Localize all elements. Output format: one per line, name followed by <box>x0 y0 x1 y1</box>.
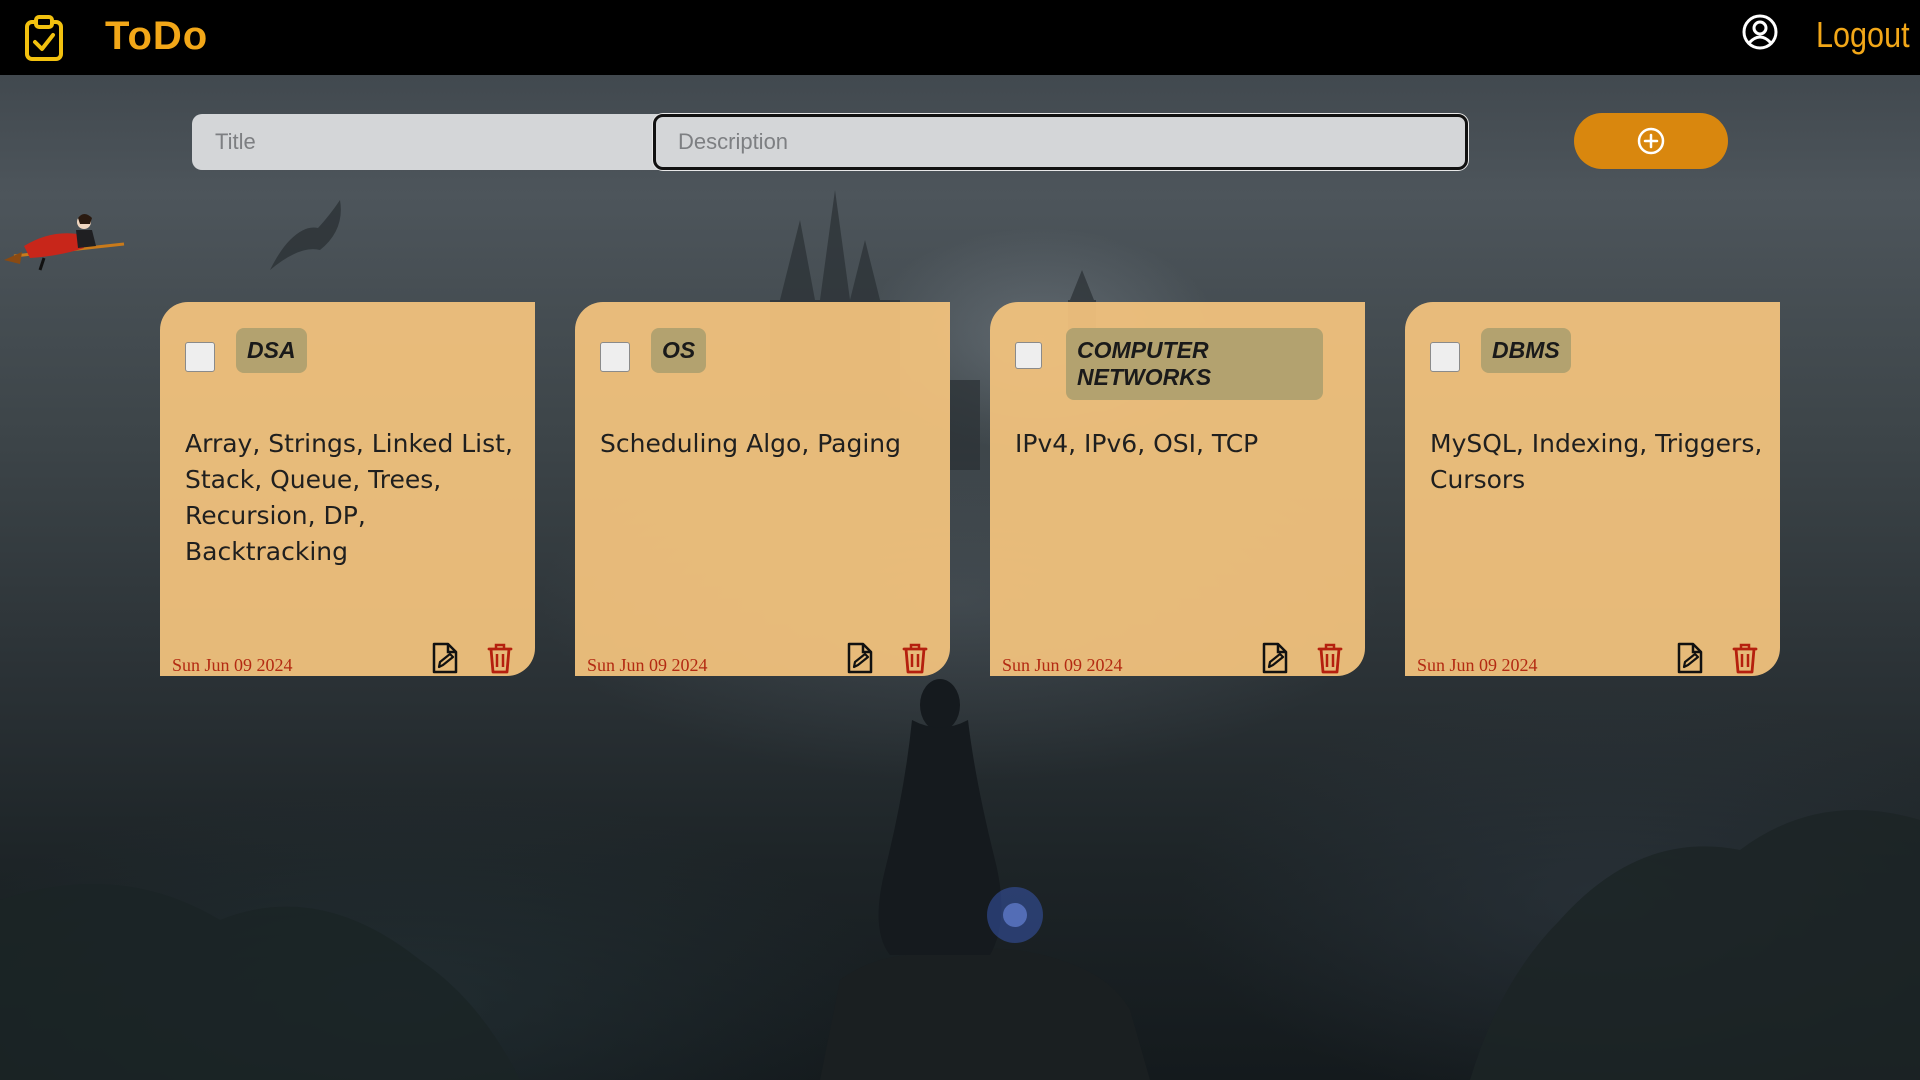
todo-description: MySQL, Indexing, Triggers, Cursors <box>1430 429 1763 494</box>
complete-checkbox[interactable] <box>1430 342 1460 372</box>
flying-broom-figure <box>4 214 125 271</box>
description-input[interactable] <box>653 114 1468 170</box>
todo-title-tag: COMPUTER NETWORKS <box>1066 328 1323 400</box>
todo-description: Array, Strings, Linked List, Stack, Queu… <box>185 429 513 566</box>
todo-date: Sun Jun 09 2024 <box>172 655 293 675</box>
todo-description: IPv4, IPv6, OSI, TCP <box>1015 429 1259 458</box>
trash-icon[interactable] <box>902 642 928 674</box>
trash-icon[interactable] <box>1317 642 1343 674</box>
top-navbar: ToDo Logout <box>0 0 1920 75</box>
edit-icon[interactable] <box>1260 642 1290 674</box>
user-circle-icon[interactable] <box>1742 14 1778 50</box>
edit-icon[interactable] <box>1675 642 1705 674</box>
hooded-figure <box>878 679 1002 955</box>
todo-card: DSA Array, Strings, Linked List, Stack, … <box>160 302 535 676</box>
todo-date: Sun Jun 09 2024 <box>587 655 708 675</box>
brand-name[interactable]: ToDo <box>105 14 208 59</box>
edit-icon[interactable] <box>845 642 875 674</box>
logout-link[interactable]: Logout <box>1816 14 1910 56</box>
todo-card: DBMS MySQL, Indexing, Triggers, Cursors … <box>1405 302 1780 676</box>
clipboard-check-icon[interactable] <box>24 14 64 62</box>
todo-title-tag: OS <box>651 328 707 373</box>
complete-checkbox[interactable] <box>600 342 630 372</box>
edit-icon[interactable] <box>430 642 460 674</box>
plus-circle-icon <box>1637 127 1665 155</box>
todo-description: Scheduling Algo, Paging <box>600 429 902 458</box>
add-todo-button[interactable] <box>1574 113 1728 169</box>
todo-card: OS Scheduling Algo, Paging Sun Jun 09 20… <box>575 302 950 676</box>
trash-icon[interactable] <box>1732 642 1758 674</box>
todo-card: COMPUTER NETWORKS IPv4, IPv6, OSI, TCP S… <box>990 302 1365 676</box>
todo-title-tag: DBMS <box>1481 328 1571 373</box>
complete-checkbox[interactable] <box>185 342 215 372</box>
complete-checkbox[interactable] <box>1015 342 1042 369</box>
todo-date: Sun Jun 09 2024 <box>1417 655 1538 675</box>
todo-date: Sun Jun 09 2024 <box>1002 655 1123 675</box>
dragon-silhouette <box>270 200 341 270</box>
todo-title-tag: DSA <box>236 328 307 373</box>
trash-icon[interactable] <box>487 642 513 674</box>
title-input[interactable] <box>192 114 662 170</box>
